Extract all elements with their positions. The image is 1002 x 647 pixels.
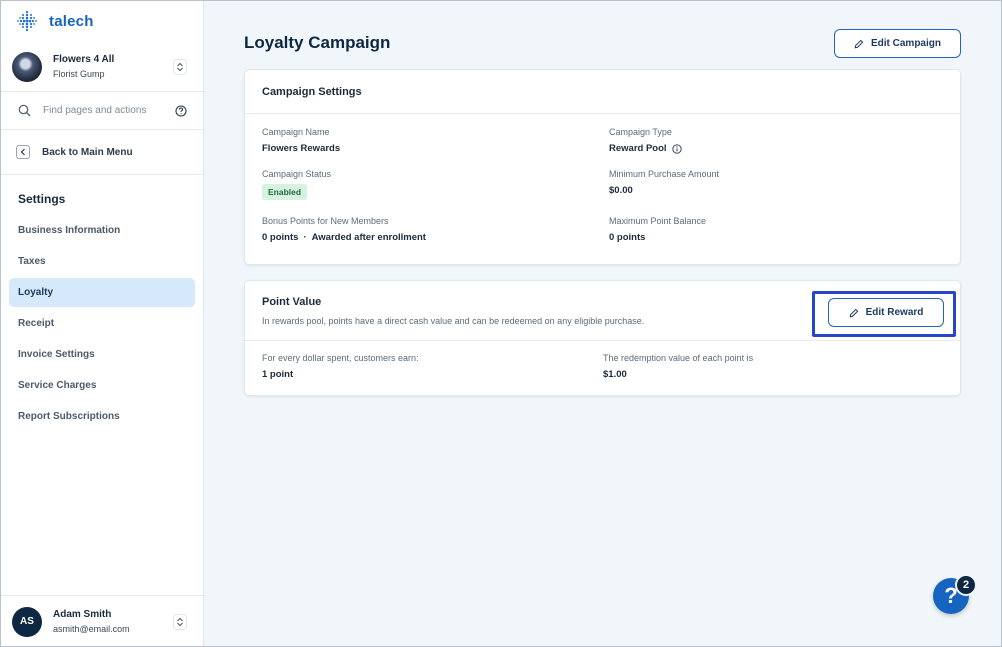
sidebar-section-title: Settings	[18, 192, 66, 206]
campaign-type-row: Reward Pool	[609, 143, 682, 154]
status-badge: Enabled	[262, 184, 308, 200]
campaign-type-field: Campaign Type Reward Pool	[609, 127, 682, 154]
earn-rate-value: 1 point	[262, 369, 294, 380]
bonus-points-field: Bonus Points for New Members 0 points · …	[262, 216, 426, 243]
account-subtitle: Florist Gump	[53, 69, 105, 79]
talech-logo-icon	[17, 10, 37, 32]
user-avatar: AS	[12, 606, 42, 637]
pencil-icon	[854, 39, 864, 48]
point-value-title: Point Value	[262, 296, 322, 308]
redemption-value: $1.00	[603, 369, 627, 380]
divider	[245, 340, 960, 341]
edit-campaign-button[interactable]: Edit Campaign	[834, 29, 961, 58]
settings-nav: Business Information Taxes Loyalty Recei…	[9, 216, 195, 433]
back-label: Back to Main Menu	[42, 146, 133, 158]
info-icon[interactable]	[671, 143, 682, 154]
sidebar-item-business-information[interactable]: Business Information	[9, 216, 195, 245]
campaign-name-value: Flowers Rewards	[262, 143, 341, 154]
user-switch-toggle[interactable]	[173, 613, 187, 630]
user-name: Adam Smith	[53, 609, 112, 620]
chevron-updown-icon	[177, 62, 183, 71]
store-avatar	[12, 51, 42, 82]
bonus-points-value: 0 points	[262, 232, 299, 243]
field-label: Campaign Status	[262, 169, 332, 179]
page-title: Loyalty Campaign	[244, 33, 391, 52]
edit-reward-label: Edit Reward	[865, 307, 924, 318]
search-input[interactable]: Find pages and actions	[43, 105, 175, 116]
chevron-left-icon	[20, 148, 25, 156]
pencil-icon	[849, 308, 858, 317]
point-value-card: Point Value In rewards pool, points have…	[244, 280, 961, 396]
sidebar-item-invoice-settings[interactable]: Invoice Settings	[9, 340, 195, 369]
campaign-settings-title: Campaign Settings	[245, 70, 960, 114]
campaign-type-value: Reward Pool	[609, 143, 667, 154]
edit-reward-button[interactable]: Edit Reward	[828, 298, 944, 327]
sidebar: talech Flowers 4 All Florist Gump Find p…	[0, 0, 204, 647]
search-icon	[18, 104, 31, 117]
earn-rate-field: For every dollar spent, customers earn: …	[262, 353, 419, 380]
campaign-status-field: Campaign Status Enabled	[262, 169, 331, 200]
brand-logo[interactable]: talech	[16, 10, 94, 32]
redemption-value-field: The redemption value of each point is $1…	[603, 353, 753, 380]
min-purchase-field: Minimum Purchase Amount $0.00	[609, 169, 719, 196]
edit-campaign-label: Edit Campaign	[870, 38, 941, 49]
account-name: Flowers 4 All	[53, 54, 115, 65]
sidebar-item-taxes[interactable]: Taxes	[9, 247, 195, 276]
separator-dot: ·	[303, 232, 307, 243]
campaign-settings-card: Campaign Settings Campaign Name Flowers …	[244, 69, 961, 265]
sidebar-item-service-charges[interactable]: Service Charges	[9, 371, 195, 400]
field-label: The redemption value of each point is	[603, 353, 754, 363]
user-menu[interactable]: AS Adam Smith asmith@email.com	[0, 595, 203, 647]
field-label: Campaign Type	[609, 127, 672, 137]
field-label: Campaign Name	[262, 127, 330, 137]
account-switcher[interactable]: Flowers 4 All Florist Gump	[0, 42, 203, 92]
question-circle-icon[interactable]	[175, 104, 187, 117]
search-bar[interactable]: Find pages and actions	[0, 92, 203, 130]
campaign-name-field: Campaign Name Flowers Rewards	[262, 127, 340, 154]
user-email: asmith@email.com	[53, 624, 130, 634]
min-purchase-value: $0.00	[609, 185, 633, 196]
back-to-main-menu[interactable]: Back to Main Menu	[0, 130, 203, 175]
sidebar-item-receipt[interactable]: Receipt	[9, 309, 195, 338]
account-switch-toggle[interactable]	[173, 58, 187, 75]
field-label: For every dollar spent, customers earn:	[262, 353, 419, 363]
max-balance-value: 0 points	[609, 232, 646, 243]
sidebar-item-report-subscriptions[interactable]: Report Subscriptions	[9, 402, 195, 431]
back-button-box	[16, 145, 30, 159]
sidebar-item-loyalty[interactable]: Loyalty	[9, 278, 195, 307]
brand-name: talech	[49, 12, 94, 30]
help-notification-badge: 2	[955, 574, 977, 596]
field-label: Maximum Point Balance	[609, 216, 707, 226]
point-value-description: In rewards pool, points have a direct ca…	[262, 316, 645, 326]
field-label: Minimum Purchase Amount	[609, 169, 720, 179]
bonus-points-row: 0 points · Awarded after enrollment	[262, 232, 426, 243]
max-balance-field: Maximum Point Balance 0 points	[609, 216, 706, 243]
bonus-points-note: Awarded after enrollment	[311, 232, 426, 243]
chevron-updown-icon	[177, 617, 183, 626]
field-label: Bonus Points for New Members	[262, 216, 389, 226]
